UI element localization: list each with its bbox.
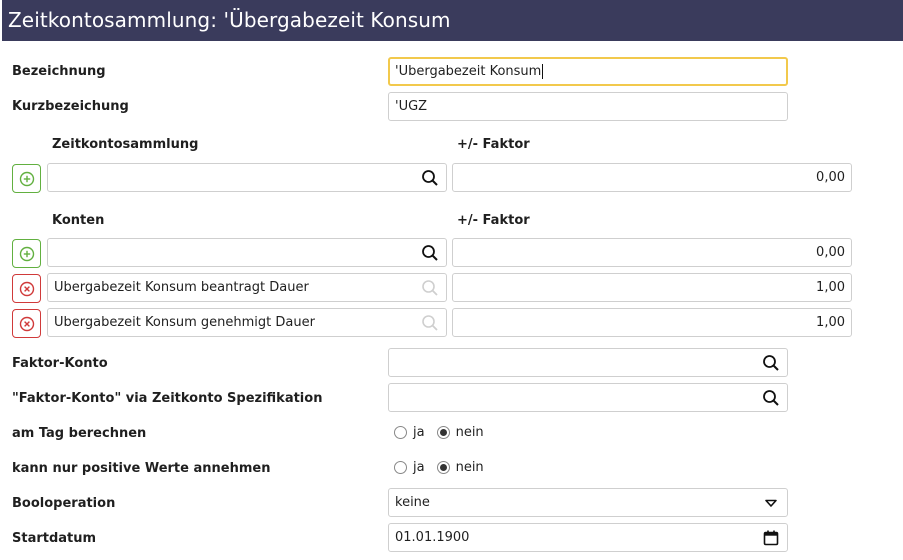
startdatum-input[interactable]: 01.01.1900 bbox=[388, 523, 788, 552]
zeitkontosammlung-faktor-input[interactable]: 0,00 bbox=[452, 163, 852, 192]
text-caret bbox=[542, 64, 544, 79]
add-zeitkontosammlung-button[interactable] bbox=[12, 164, 41, 193]
konto-faktor-value: 1,00 bbox=[816, 280, 845, 295]
search-icon[interactable] bbox=[762, 354, 780, 372]
positive-radio-group: ja nein bbox=[394, 460, 496, 475]
radio-label-nein[interactable]: nein bbox=[456, 425, 484, 440]
search-icon[interactable] bbox=[421, 169, 439, 187]
plus-circle-icon bbox=[19, 246, 34, 261]
search-icon bbox=[422, 280, 438, 296]
faktor-konto-input[interactable] bbox=[388, 348, 788, 377]
search-icon[interactable] bbox=[421, 244, 439, 262]
konto-new-faktor-value: 0,00 bbox=[816, 245, 845, 260]
faktor-konto-spez-label: "Faktor-Konto" via Zeitkonto Spezifikati… bbox=[12, 391, 323, 406]
faktor-konto-label: Faktor-Konto bbox=[12, 356, 108, 371]
add-konto-button[interactable] bbox=[12, 239, 41, 268]
page-title: Zeitkontosammlung: 'Übergabezeit Konsum bbox=[2, 0, 903, 41]
remove-konto-button[interactable] bbox=[12, 309, 41, 338]
konto-faktor-input[interactable]: 1,00 bbox=[452, 273, 852, 302]
konto-new-faktor-input[interactable]: 0,00 bbox=[452, 238, 852, 267]
zeitkontosammlung-faktor-value: 0,00 bbox=[816, 170, 845, 185]
zeitkontosammlung-search-input[interactable] bbox=[47, 163, 447, 192]
konto-input[interactable]: Übergabezeit Konsum beantragt Dauer bbox=[47, 273, 447, 302]
positive-radio-nein[interactable] bbox=[436, 461, 450, 474]
konto-value: Übergabezeit Konsum beantragt Dauer bbox=[54, 280, 309, 295]
search-icon[interactable] bbox=[762, 389, 780, 407]
positive-radio-ja[interactable] bbox=[394, 461, 407, 474]
startdatum-value: 01.01.1900 bbox=[395, 530, 470, 545]
bezeichnung-input[interactable]: 'Übergabezeit Konsum bbox=[388, 57, 788, 86]
search-icon bbox=[422, 315, 438, 331]
konto-faktor-input[interactable]: 1,00 bbox=[452, 308, 852, 337]
triangle-down-icon[interactable] bbox=[762, 494, 780, 512]
konten-header: Konten bbox=[52, 213, 105, 228]
radio-label-ja[interactable]: ja bbox=[413, 460, 425, 475]
bezeichnung-value: 'Übergabezeit Konsum bbox=[395, 64, 542, 79]
calendar-icon[interactable] bbox=[762, 529, 780, 547]
konto-search-input[interactable] bbox=[47, 238, 447, 267]
booloperation-label: Booloperation bbox=[12, 496, 116, 511]
am-tag-label: am Tag berechnen bbox=[12, 426, 147, 441]
am-tag-radio-group: ja nein bbox=[394, 425, 496, 440]
x-circle-icon bbox=[19, 316, 34, 331]
konten-faktor-header: +/- Faktor bbox=[457, 213, 530, 228]
booloperation-select[interactable]: keine bbox=[388, 488, 788, 517]
zeitkontosammlung-header: Zeitkontosammlung bbox=[52, 137, 199, 152]
konto-input[interactable]: Übergabezeit Konsum genehmigt Dauer bbox=[47, 308, 447, 337]
remove-konto-button[interactable] bbox=[12, 274, 41, 303]
radio-label-ja[interactable]: ja bbox=[413, 425, 425, 440]
radio-label-nein[interactable]: nein bbox=[456, 460, 484, 475]
positive-label: kann nur positive Werte annehmen bbox=[12, 461, 271, 476]
startdatum-label: Startdatum bbox=[12, 531, 97, 546]
booloperation-value: keine bbox=[395, 495, 430, 510]
plus-circle-icon bbox=[19, 171, 34, 186]
faktor-konto-spez-input[interactable] bbox=[388, 383, 788, 412]
konto-value: Übergabezeit Konsum genehmigt Dauer bbox=[54, 315, 315, 330]
am-tag-radio-ja[interactable] bbox=[394, 426, 407, 439]
kurzbezeichnung-value: 'ÜGZ bbox=[395, 99, 428, 114]
zeitkontosammlung-faktor-header: +/- Faktor bbox=[457, 137, 530, 152]
kurzbezeichnung-input[interactable]: 'ÜGZ bbox=[388, 92, 788, 121]
x-circle-icon bbox=[19, 281, 34, 296]
am-tag-radio-nein[interactable] bbox=[436, 426, 450, 439]
konto-faktor-value: 1,00 bbox=[816, 315, 845, 330]
kurzbezeichnung-label: Kurzbezeichung bbox=[12, 99, 129, 114]
bezeichnung-label: Bezeichnung bbox=[12, 64, 106, 79]
